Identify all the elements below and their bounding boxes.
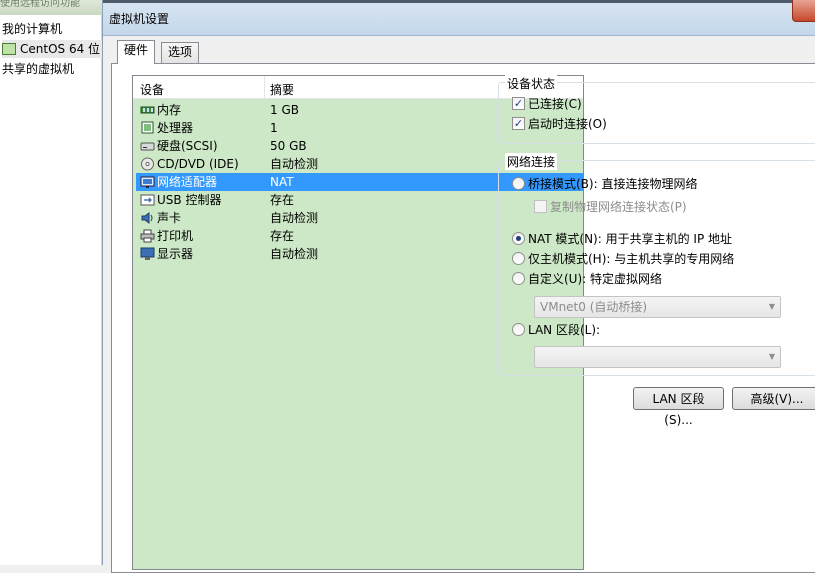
advanced-button[interactable]: 高级(V)...	[732, 387, 815, 410]
device-status-group: 设备状态 已连接(C) 启动时连接(O)	[498, 75, 815, 144]
device-name: 内存	[157, 103, 182, 117]
chevron-down-icon: ▼	[768, 352, 775, 361]
lan-segment-radio[interactable]: LAN 区段(L):	[512, 322, 600, 338]
cd-dvd-icon	[141, 157, 154, 171]
lan-segments-button[interactable]: LAN 区段(S)...	[633, 387, 724, 427]
column-header-summary[interactable]: 摘要	[270, 81, 294, 98]
tab-hardware[interactable]: 硬件	[117, 40, 156, 64]
vm-settings-dialog: 虚拟机设置 硬件 选项 设备 摘要 内存 1 GB 处理器 1 硬盘(SCSI)…	[102, 0, 815, 573]
tab-options[interactable]: 选项	[161, 42, 200, 63]
connected-checkbox[interactable]: 已连接(C)	[512, 96, 582, 112]
radio-dot	[512, 272, 525, 285]
device-name: 声卡	[157, 211, 182, 225]
custom-network-value: VMnet0 (自动桥接)	[540, 300, 648, 314]
device-status-title: 设备状态	[505, 75, 558, 92]
device-summary: NAT	[270, 175, 294, 189]
replicate-state-label: 复制物理网络连接状态(P)	[550, 200, 687, 214]
host-only-label: 仅主机模式(H): 与主机共享的专用网络	[528, 252, 735, 266]
device-name: 显示器	[157, 247, 194, 261]
device-summary: 存在	[270, 229, 295, 243]
close-button[interactable]	[792, 0, 815, 22]
memory-icon	[140, 106, 155, 114]
device-summary: 自动检测	[270, 157, 319, 171]
tab-panel-hardware: 设备 摘要 内存 1 GB 处理器 1 硬盘(SCSI) 50 GB CD/DV…	[111, 63, 815, 573]
device-name: USB 控制器	[157, 193, 222, 207]
connected-label: 已连接(C)	[528, 97, 582, 111]
tree-item-centos[interactable]: CentOS 64 位	[2, 40, 102, 58]
network-connection-group: 网络连接 桥接模式(B): 直接连接物理网络 复制物理网络连接状态(P) NAT…	[498, 153, 815, 376]
background-app-panel: 使用远程访问功能 我的计算机 CentOS 64 位 共享的虚拟机	[0, 0, 102, 565]
replicate-state-checkbox[interactable]: 复制物理网络连接状态(P)	[534, 199, 687, 215]
titlebar-top-edge	[103, 0, 815, 3]
connect-at-power-on-checkbox[interactable]: 启动时连接(O)	[512, 116, 607, 132]
checkbox-box	[534, 200, 547, 213]
device-summary: 存在	[270, 193, 295, 207]
column-header-device[interactable]: 设备	[140, 81, 164, 98]
usb-icon	[140, 194, 155, 206]
chevron-down-icon: ▼	[768, 302, 775, 311]
tree-item-label: CentOS 64 位	[20, 42, 101, 56]
hard-disk-icon	[140, 142, 155, 151]
device-summary: 自动检测	[270, 211, 319, 225]
device-summary: 自动检测	[270, 247, 319, 261]
network-connection-title: 网络连接	[505, 153, 558, 170]
custom-network-select[interactable]: VMnet0 (自动桥接) ▼	[534, 296, 781, 318]
bridged-radio[interactable]: 桥接模式(B): 直接连接物理网络	[512, 176, 697, 192]
device-name: 网络适配器	[157, 175, 218, 189]
device-name: 硬盘(SCSI)	[157, 139, 218, 153]
network-adapter-icon	[140, 176, 155, 188]
column-divider	[264, 76, 265, 99]
connect-at-power-on-label: 启动时连接(O)	[528, 117, 607, 131]
background-header-fragment: 使用远程访问功能	[0, 0, 102, 15]
custom-radio[interactable]: 自定义(U): 特定虚拟网络	[512, 271, 662, 287]
dialog-titlebar[interactable]: 虚拟机设置	[103, 0, 815, 36]
printer-icon	[140, 229, 155, 243]
display-icon	[140, 247, 155, 260]
tree-item-shared-vms[interactable]: 共享的虚拟机	[2, 60, 74, 78]
checkbox-box	[512, 97, 525, 110]
nat-radio[interactable]: NAT 模式(N): 用于共享主机的 IP 地址	[512, 231, 732, 247]
radio-dot	[512, 177, 525, 190]
nat-label: NAT 模式(N): 用于共享主机的 IP 地址	[528, 232, 733, 246]
host-only-radio[interactable]: 仅主机模式(H): 与主机共享的专用网络	[512, 251, 734, 267]
device-summary: 1	[270, 121, 278, 135]
tree-item-my-computer[interactable]: 我的计算机	[2, 20, 62, 38]
device-name: 打印机	[157, 229, 194, 243]
device-summary: 50 GB	[270, 139, 307, 153]
radio-dot	[512, 252, 525, 265]
device-name: CD/DVD (IDE)	[157, 157, 239, 171]
vm-icon	[2, 43, 16, 55]
device-name: 处理器	[157, 121, 194, 135]
sound-card-icon	[141, 212, 153, 224]
radio-dot	[512, 323, 525, 336]
processor-icon	[141, 121, 154, 134]
lan-segment-label: LAN 区段(L):	[528, 323, 601, 337]
lan-segment-select[interactable]: ▼	[534, 346, 781, 368]
checkbox-box	[512, 117, 525, 130]
device-summary: 1 GB	[270, 103, 299, 117]
bridged-label: 桥接模式(B): 直接连接物理网络	[528, 177, 698, 191]
custom-label: 自定义(U): 特定虚拟网络	[528, 272, 663, 286]
dialog-title: 虚拟机设置	[109, 12, 170, 26]
radio-dot	[512, 232, 525, 245]
